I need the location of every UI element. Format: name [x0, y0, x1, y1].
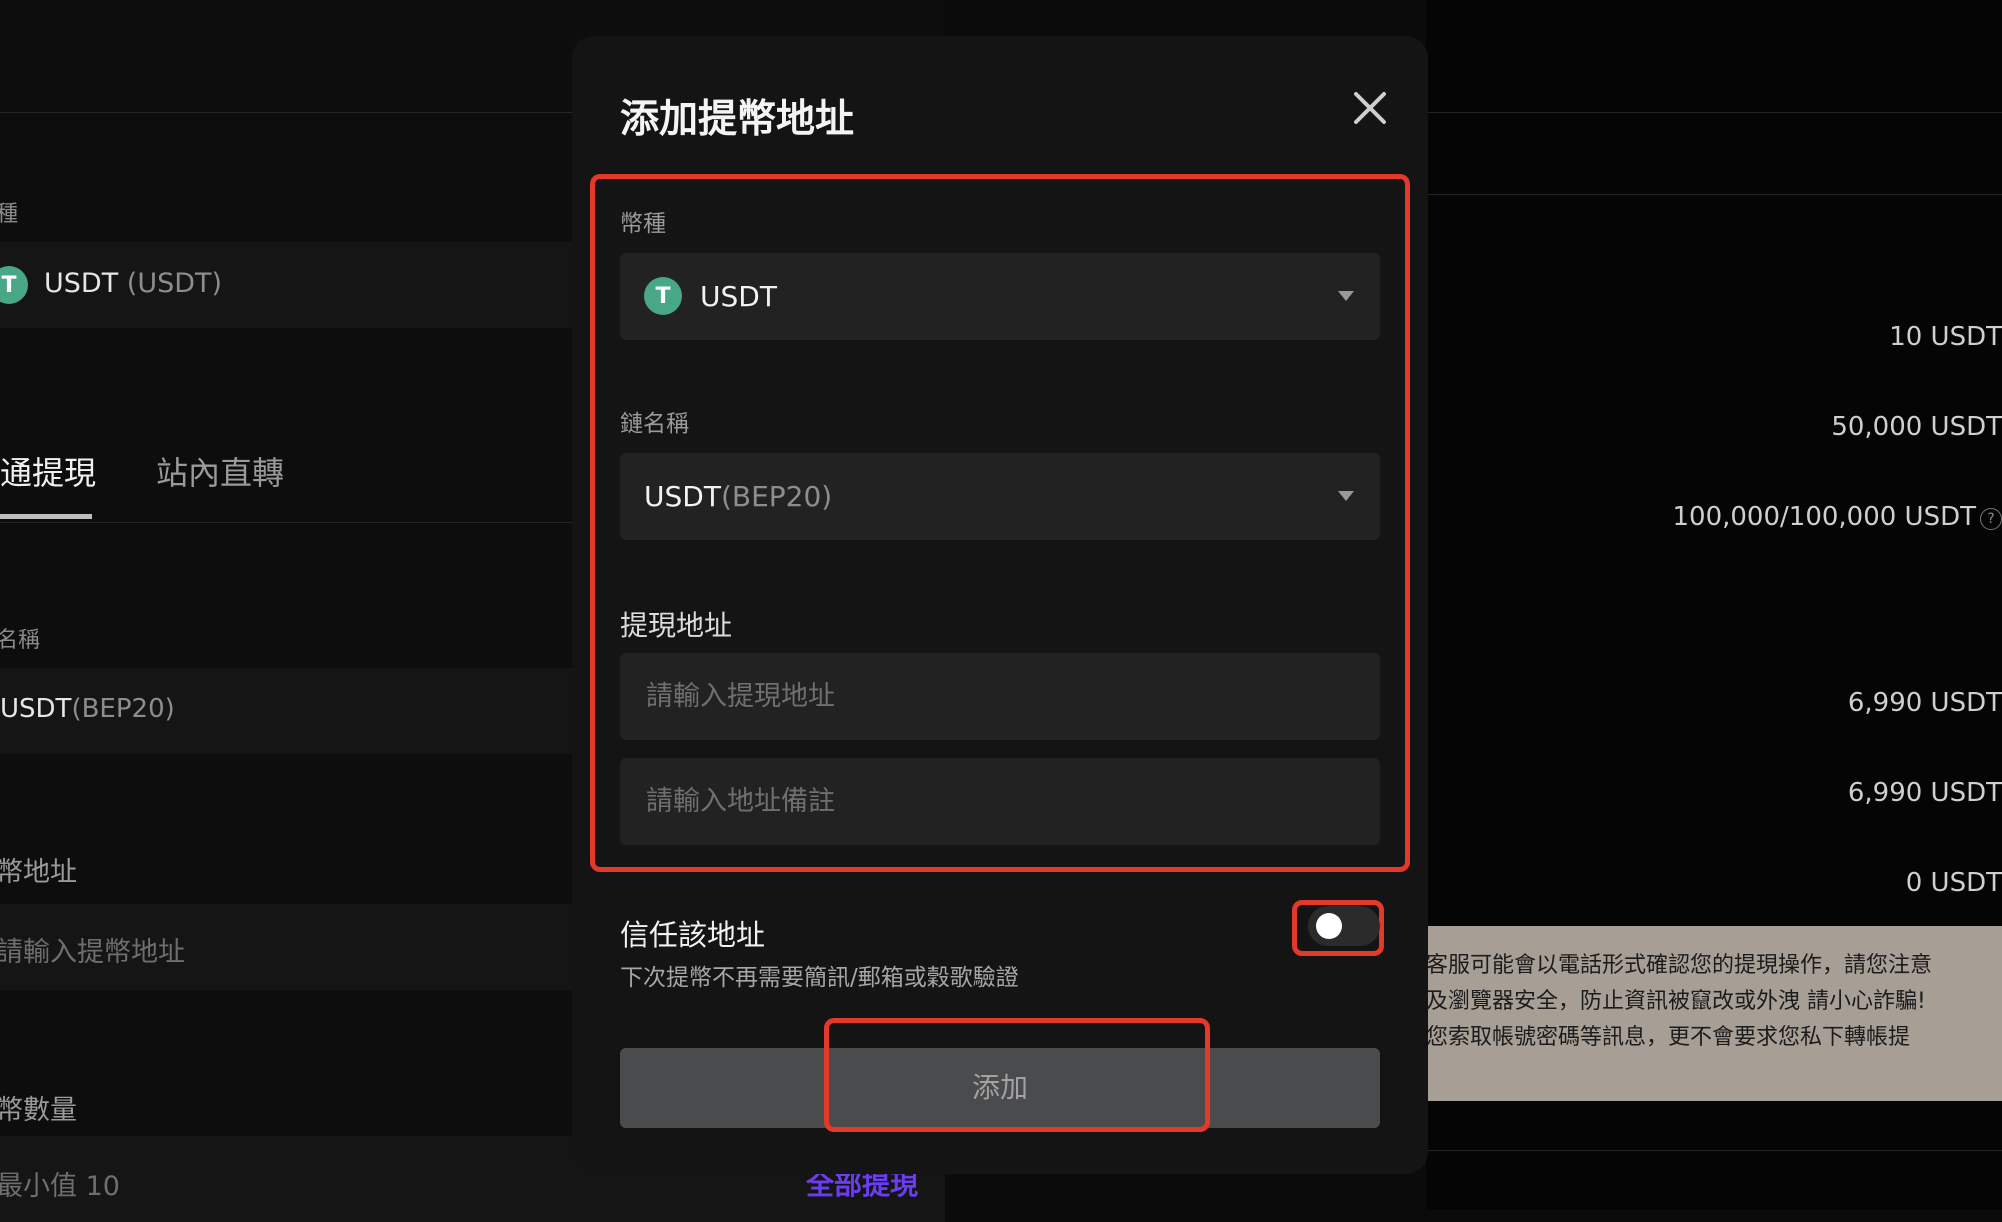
bg-amount-placeholder: 最小值 10 [0, 1164, 120, 1203]
address-placeholder: 請輸入提現地址 [646, 653, 835, 740]
chain-value: USDT [644, 480, 721, 513]
currency-value: USDT [700, 253, 777, 340]
tab-internal-transfer[interactable]: 站內直轉 [156, 448, 284, 494]
bg-chain-label: 名稱 [0, 622, 40, 654]
button-highlight-box [824, 1018, 1210, 1132]
bg-chain-value: USDT [0, 694, 71, 724]
notice-line: 您索取帳號密碼等訊息，更不會要求您私下轉帳提 [1426, 1020, 2002, 1056]
active-tab-indicator [0, 514, 92, 519]
fee-value: 10 USDT [1889, 322, 2002, 352]
security-notice: 客服可能會以電話形式確認您的提現操作，請您注意 及瀏覽器安全，防止資訊被竄改或外… [1426, 926, 2002, 1101]
bg-chain-select[interactable]: USDT(BEP20) [0, 668, 580, 754]
right-divider [1426, 194, 2002, 195]
close-icon [1353, 91, 1387, 129]
trust-description: 下次提幣不再需要簡訊/郵箱或穀歌驗證 [620, 958, 1019, 992]
bg-currency-code: (USDT) [127, 268, 222, 299]
toggle-knob [1316, 913, 1342, 939]
address-section-label: 提現地址 [620, 604, 732, 644]
trust-title: 信任該地址 [620, 912, 765, 954]
single-limit-value: 50,000 USDT [1831, 412, 2002, 442]
trust-address-toggle[interactable] [1308, 906, 1380, 946]
daily-limit-row: 100,000/100,000 USDT? [1673, 502, 2002, 532]
bg-address-placeholder: 請輸入提幣地址 [0, 930, 185, 969]
chain-select[interactable]: USDT(BEP20) [620, 453, 1380, 540]
chain-code: (BEP20) [721, 480, 832, 513]
bg-chain-code: (BEP20) [71, 694, 174, 724]
chain-value-wrap: USDT(BEP20) [644, 453, 832, 540]
right-bottom-divider [1426, 1150, 2002, 1151]
bg-currency-select[interactable]: T USDT (USDT) [0, 242, 580, 328]
modal-title: 添加提幣地址 [620, 88, 854, 144]
tether-icon: T [0, 266, 28, 304]
daily-limit-value: 100,000/100,000 USDT [1673, 502, 1977, 532]
withdrawable-value: 6,990 USDT [1848, 778, 2002, 808]
locked-value: 0 USDT [1906, 868, 2002, 898]
bg-address-label: 幣地址 [0, 850, 77, 889]
notice-line: 客服可能會以電話形式確認您的提現操作，請您注意 [1426, 948, 2002, 984]
help-icon[interactable]: ? [1980, 508, 2002, 530]
address-input[interactable]: 請輸入提現地址 [620, 653, 1380, 740]
remark-input[interactable]: 請輸入地址備註 [620, 758, 1380, 845]
bg-amount-label: 幣數量 [0, 1088, 77, 1127]
currency-label: 幣種 [620, 204, 666, 238]
chain-label: 鏈名稱 [620, 404, 689, 438]
chevron-down-icon [1338, 491, 1354, 501]
close-button[interactable] [1342, 82, 1398, 138]
available-value: 6,990 USDT [1848, 688, 2002, 718]
currency-select[interactable]: T USDT [620, 253, 1380, 340]
add-address-modal: 添加提幣地址 幣種 T USDT 鏈名稱 USDT(BEP20) 提現地址 請輸… [572, 36, 1428, 1174]
bg-currency-label: 種 [0, 196, 18, 228]
notice-line: 及瀏覽器安全，防止資訊被竄改或外洩 請小心詐騙! [1426, 984, 2002, 1020]
tether-icon: T [644, 277, 682, 315]
remark-placeholder: 請輸入地址備註 [646, 758, 835, 845]
bg-currency-value: USDT [44, 268, 118, 299]
chevron-down-icon [1338, 291, 1354, 301]
tab-normal-withdraw[interactable]: 通提現 [0, 448, 96, 494]
bg-address-input[interactable]: 請輸入提幣地址 [0, 904, 580, 990]
